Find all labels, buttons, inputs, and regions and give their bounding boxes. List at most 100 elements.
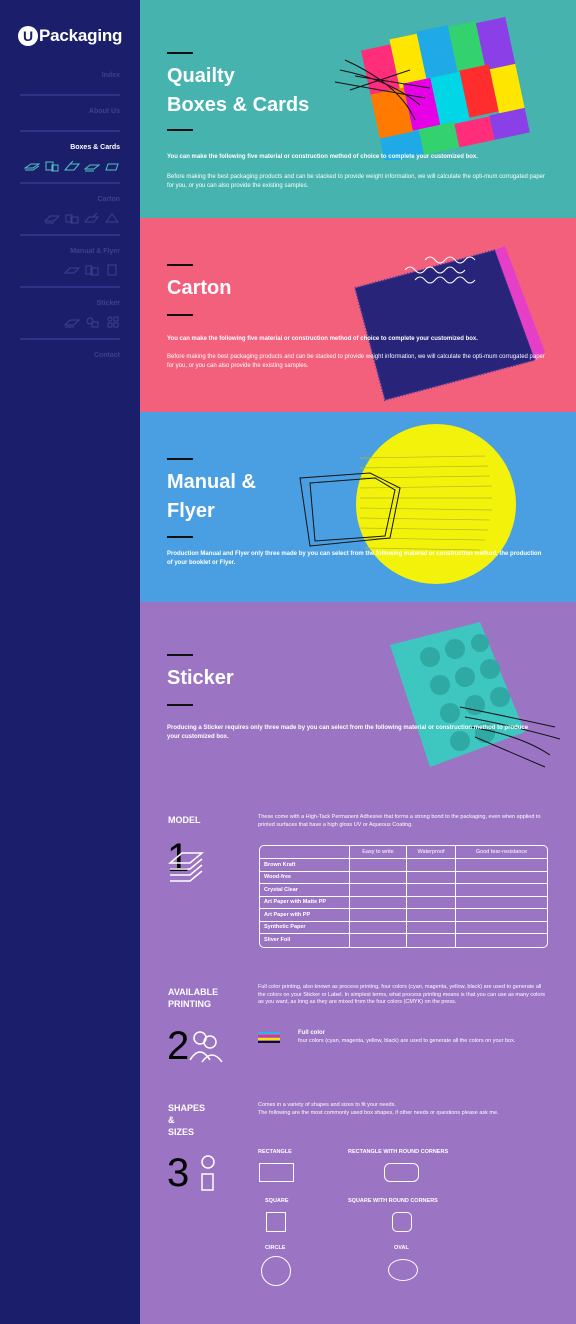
carton-pen-icon[interactable] (84, 212, 100, 224)
circle-shape[interactable] (261, 1256, 291, 1286)
carton-intro-text: You can make the following five material… (167, 336, 478, 342)
shapes-description-line2: The following are the most commonly used… (258, 1110, 499, 1116)
printing-heading-line1: AVAILABLE (168, 987, 219, 997)
cyan-bar (258, 1032, 280, 1034)
material-name: Sliver Foil (264, 937, 291, 944)
black-bar (258, 1041, 280, 1043)
nav-divider (20, 182, 120, 184)
nav-item-boxes-cards[interactable]: Boxes & Cards (20, 138, 120, 158)
rectangle-shape[interactable] (259, 1163, 294, 1182)
section-title: Sticker (167, 667, 234, 689)
material-name: Brown Kraft (260, 859, 349, 872)
table-row: Sliver Foil (260, 934, 547, 947)
sticker-people-icon[interactable] (84, 316, 100, 328)
section-manual-flyer: Manual & Flyer Production Manual and Fly… (140, 412, 576, 602)
nav-item-index[interactable]: Index (20, 66, 120, 86)
title-dash (167, 654, 193, 656)
section-title: Carton (167, 277, 232, 299)
title-dash (167, 264, 193, 266)
title-dash (167, 52, 193, 54)
material-name: Synthetic Paper (260, 922, 349, 934)
table-header-cell: Waterproof (405, 846, 456, 859)
full-color-description: four colors (cyan, magenta, yellow, blac… (298, 1038, 516, 1044)
title-dash (167, 129, 193, 131)
sticker-dots-image (390, 622, 561, 768)
magenta-bar (258, 1035, 280, 1037)
nav-divider (20, 286, 120, 288)
nav-item-contact[interactable]: Contact (20, 346, 120, 366)
model-description: These come with a High-Tack Permanent Ad… (258, 814, 541, 828)
colorful-boxes-image (334, 16, 530, 160)
printing-number: 2 (167, 1024, 190, 1068)
booklet-icon[interactable] (84, 264, 100, 276)
title-dash (167, 314, 193, 316)
carton-stack-icon[interactable] (64, 212, 80, 224)
table-row: Brown Kraft (260, 859, 547, 872)
logo-icon: U (18, 26, 38, 46)
boxes-subicons (20, 160, 120, 174)
sticker-subicons (20, 316, 120, 330)
lid-box-icon[interactable] (104, 160, 120, 172)
table-row: Synthetic Paper (260, 921, 547, 934)
section-sticker: Sticker Producing a Sticker requires onl… (140, 602, 576, 1324)
nav-item-sticker[interactable]: Sticker (20, 294, 120, 314)
people-icon (189, 1031, 223, 1063)
corrugated-cardboard-image (353, 246, 545, 402)
square-shape[interactable] (266, 1212, 286, 1232)
sticker-intro-text: Producing a Sticker requires only three … (167, 725, 529, 740)
carton-flat-icon[interactable] (44, 212, 60, 224)
shape-label-circle: CIRCLE (265, 1245, 286, 1251)
side-nav: Index About Us Boxes & Cards Carton Manu… (20, 66, 120, 366)
shape-label-rounded-square: SQUARE WITH ROUND CORNERS (348, 1198, 438, 1204)
carton-subicons (20, 212, 120, 226)
section-boxes-cards: Quailty Boxes & Cards You can make the f… (140, 0, 576, 218)
shapes-heading-line1: SHAPES (168, 1103, 206, 1113)
manual-subicons (20, 264, 120, 278)
printing-description: Full color printing, also known as proce… (258, 984, 546, 1005)
table-row: Art Paper with PP (260, 909, 547, 922)
sticker-sheet-icon[interactable] (64, 316, 80, 328)
full-color-title: Full color (298, 1030, 325, 1036)
manual-page-icon[interactable] (104, 264, 120, 276)
sticker-shapes-icon[interactable] (104, 316, 120, 328)
table-header-cell: Good tear-resistance (455, 846, 547, 859)
box-pair-icon[interactable] (44, 160, 60, 172)
rounded-rectangle-shape[interactable] (384, 1163, 419, 1182)
shapes-description-line1: Comes in a variety of shapes and sizes t… (258, 1102, 396, 1108)
shape-label-square: SQUARE (265, 1198, 289, 1204)
section-title-line1: Manual & (167, 471, 256, 493)
title-dash (167, 704, 193, 706)
stack-sheets-icon (168, 852, 205, 882)
material-table: Easy to write Waterproof Good tear-resis… (259, 845, 548, 948)
tray-box-icon[interactable] (64, 160, 80, 172)
table-row: Crystal Clear (260, 884, 547, 897)
shapes-heading-line2: & (168, 1115, 175, 1125)
printing-heading-line2: PRINTING (168, 999, 212, 1009)
nav-divider (20, 234, 120, 236)
shape-label-rounded-rectangle: RECTANGLE WITH ROUND CORNERS (348, 1149, 449, 1155)
carton-detail-text: Before making the best packaging product… (167, 354, 545, 369)
shapes-number: 3 (167, 1151, 190, 1195)
nav-item-carton[interactable]: Carton (20, 190, 120, 210)
brand-name: Packaging (39, 26, 123, 45)
title-dash (167, 458, 193, 460)
boxes-intro-text: You can make the following five material… (167, 154, 478, 160)
title-dash (167, 536, 193, 538)
stack-boxes-icon[interactable] (24, 160, 40, 172)
flat-box-icon[interactable] (84, 160, 100, 172)
carton-tent-icon[interactable] (104, 212, 120, 224)
material-name: Art Paper with PP (260, 909, 349, 922)
nav-item-about-us[interactable]: About Us (20, 102, 120, 122)
section-title-line2: Flyer (167, 500, 215, 522)
brand-logo[interactable]: U Packaging (18, 26, 122, 46)
rounded-square-shape[interactable] (392, 1212, 412, 1232)
table-header-cell: Easy to write (349, 846, 406, 859)
oval-shape[interactable] (388, 1259, 418, 1281)
nav-item-manual-flyer[interactable]: Manual & Flyer (20, 242, 120, 262)
model-heading: MODEL (168, 815, 201, 825)
section-carton: Carton You can make the following five m… (140, 218, 576, 412)
nav-divider (20, 94, 120, 96)
flyer-stack-icon[interactable] (64, 264, 80, 276)
table-header-cell (260, 846, 349, 859)
table-row: Wood-free (260, 871, 547, 884)
